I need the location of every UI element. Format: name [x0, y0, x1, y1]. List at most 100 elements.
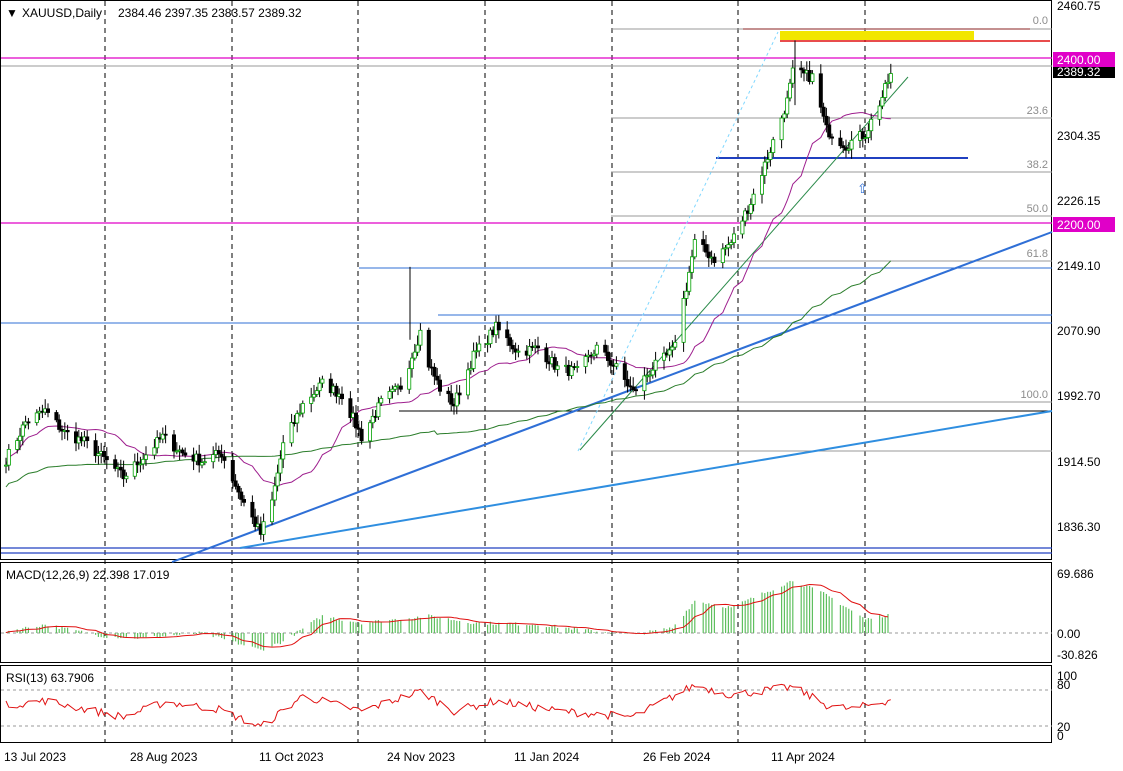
candle-body	[673, 341, 678, 348]
candle-body	[407, 368, 412, 390]
candle-body	[608, 360, 613, 366]
candle-body	[712, 256, 717, 264]
candle-body	[687, 271, 692, 292]
candle-body	[681, 298, 686, 343]
candle-body	[465, 369, 470, 396]
candle-body	[317, 382, 322, 392]
candle-body	[432, 366, 437, 377]
candle-body	[827, 124, 832, 138]
candle-body	[202, 461, 207, 464]
candle-body	[810, 73, 815, 82]
candle-body	[211, 454, 216, 463]
candle-body	[124, 475, 129, 480]
candle-body	[849, 139, 854, 150]
symbol-arrow-icon[interactable]: ▼	[6, 6, 18, 20]
candle-body	[779, 117, 784, 141]
candle-body	[311, 393, 316, 398]
candle-body	[614, 363, 619, 367]
candle-body	[230, 460, 235, 482]
price-tick: 1836.30	[1057, 520, 1101, 534]
candle-body	[471, 350, 476, 369]
rsi-title: RSI(13) 63.7906	[6, 671, 94, 685]
candle-body	[118, 466, 123, 471]
candle-body	[751, 193, 756, 205]
candle-body	[309, 396, 314, 404]
time-label: 11 Jan 2024	[514, 750, 579, 764]
candle-body	[790, 67, 795, 84]
fibo-level-100: 100.0	[1020, 389, 1048, 401]
candle-body	[387, 391, 392, 399]
yellow-zone	[780, 31, 974, 40]
price-tick: 2070.90	[1057, 324, 1101, 338]
price-panel[interactable]	[0, 0, 1052, 560]
level-2400-label: 2400.00	[1057, 53, 1101, 67]
candle-body	[104, 456, 109, 461]
candle-body	[510, 345, 515, 350]
candle-body	[594, 344, 599, 355]
candle-body	[141, 458, 146, 465]
fibo-level-23-6: 23.6	[1027, 105, 1048, 117]
candle-body	[415, 344, 420, 353]
candle-body	[412, 351, 417, 359]
candle-body	[367, 422, 372, 442]
candle-body	[152, 447, 157, 456]
candle-body	[261, 521, 266, 535]
candle-body	[54, 412, 59, 421]
candle-body	[704, 244, 709, 253]
candle-body	[241, 498, 246, 503]
macd-tick-zero: 0.00	[1057, 627, 1081, 641]
candle-body	[171, 434, 176, 452]
candle-body	[457, 392, 462, 396]
candle-body	[888, 73, 893, 83]
candle-body	[57, 419, 62, 430]
candle-body	[426, 329, 431, 368]
candle-body	[642, 375, 647, 392]
candle-body	[575, 366, 580, 368]
candle-body	[320, 378, 325, 384]
candle-body	[15, 440, 20, 450]
candle-body	[877, 105, 882, 120]
candle-body	[788, 82, 793, 99]
candle-body	[250, 501, 255, 518]
candle-body	[272, 485, 277, 501]
price-tick: 2149.10	[1057, 259, 1101, 273]
candle-body	[233, 480, 238, 487]
fibo-level-38-2: 38.2	[1027, 159, 1048, 171]
candle-body	[409, 357, 414, 370]
price-axis[interactable]: 2460.75 2304.35 2226.15 2149.10 2070.90 …	[1053, 0, 1115, 534]
candle-body	[379, 398, 384, 404]
candle-body	[496, 321, 501, 331]
candle-body	[667, 349, 672, 356]
candle-body	[740, 220, 745, 235]
candle-body	[818, 73, 823, 108]
candle-body	[760, 175, 765, 195]
candle-body	[762, 161, 767, 176]
chart-window[interactable]: ▼ XAUUSD,Daily 2384.46 2397.35 2383.57 2…	[0, 0, 1123, 771]
macd-title: MACD(12,26,9) 22.398 17.019	[6, 568, 170, 582]
candle-body	[289, 422, 294, 444]
candle-body	[20, 424, 25, 437]
time-label: 24 Nov 2023	[387, 750, 455, 764]
candle-body	[505, 329, 510, 339]
candle-body	[830, 136, 835, 139]
price-tick: 2460.75	[1057, 0, 1101, 13]
candle-body	[275, 472, 280, 487]
time-label: 11 Apr 2024	[771, 750, 835, 764]
candle-body	[631, 386, 636, 391]
candle-body	[634, 389, 639, 392]
up-arrow-icon[interactable]: ⇧	[857, 182, 868, 197]
candle-body	[46, 408, 51, 413]
candle-body	[555, 365, 560, 370]
candle-body	[768, 152, 773, 160]
candle-body	[670, 346, 675, 351]
candle-body	[821, 106, 826, 117]
price-tick: 1914.50	[1057, 455, 1101, 469]
time-axis[interactable]: 13 Jul 2023 28 Aug 2023 11 Oct 2023 24 N…	[4, 750, 835, 764]
price-tick: 2226.15	[1057, 194, 1101, 208]
candle-body	[435, 375, 440, 381]
candle-body	[771, 139, 776, 153]
candle-body	[603, 344, 608, 353]
candle-body	[65, 430, 70, 433]
candle-body	[222, 456, 227, 461]
candle-body	[359, 428, 364, 442]
